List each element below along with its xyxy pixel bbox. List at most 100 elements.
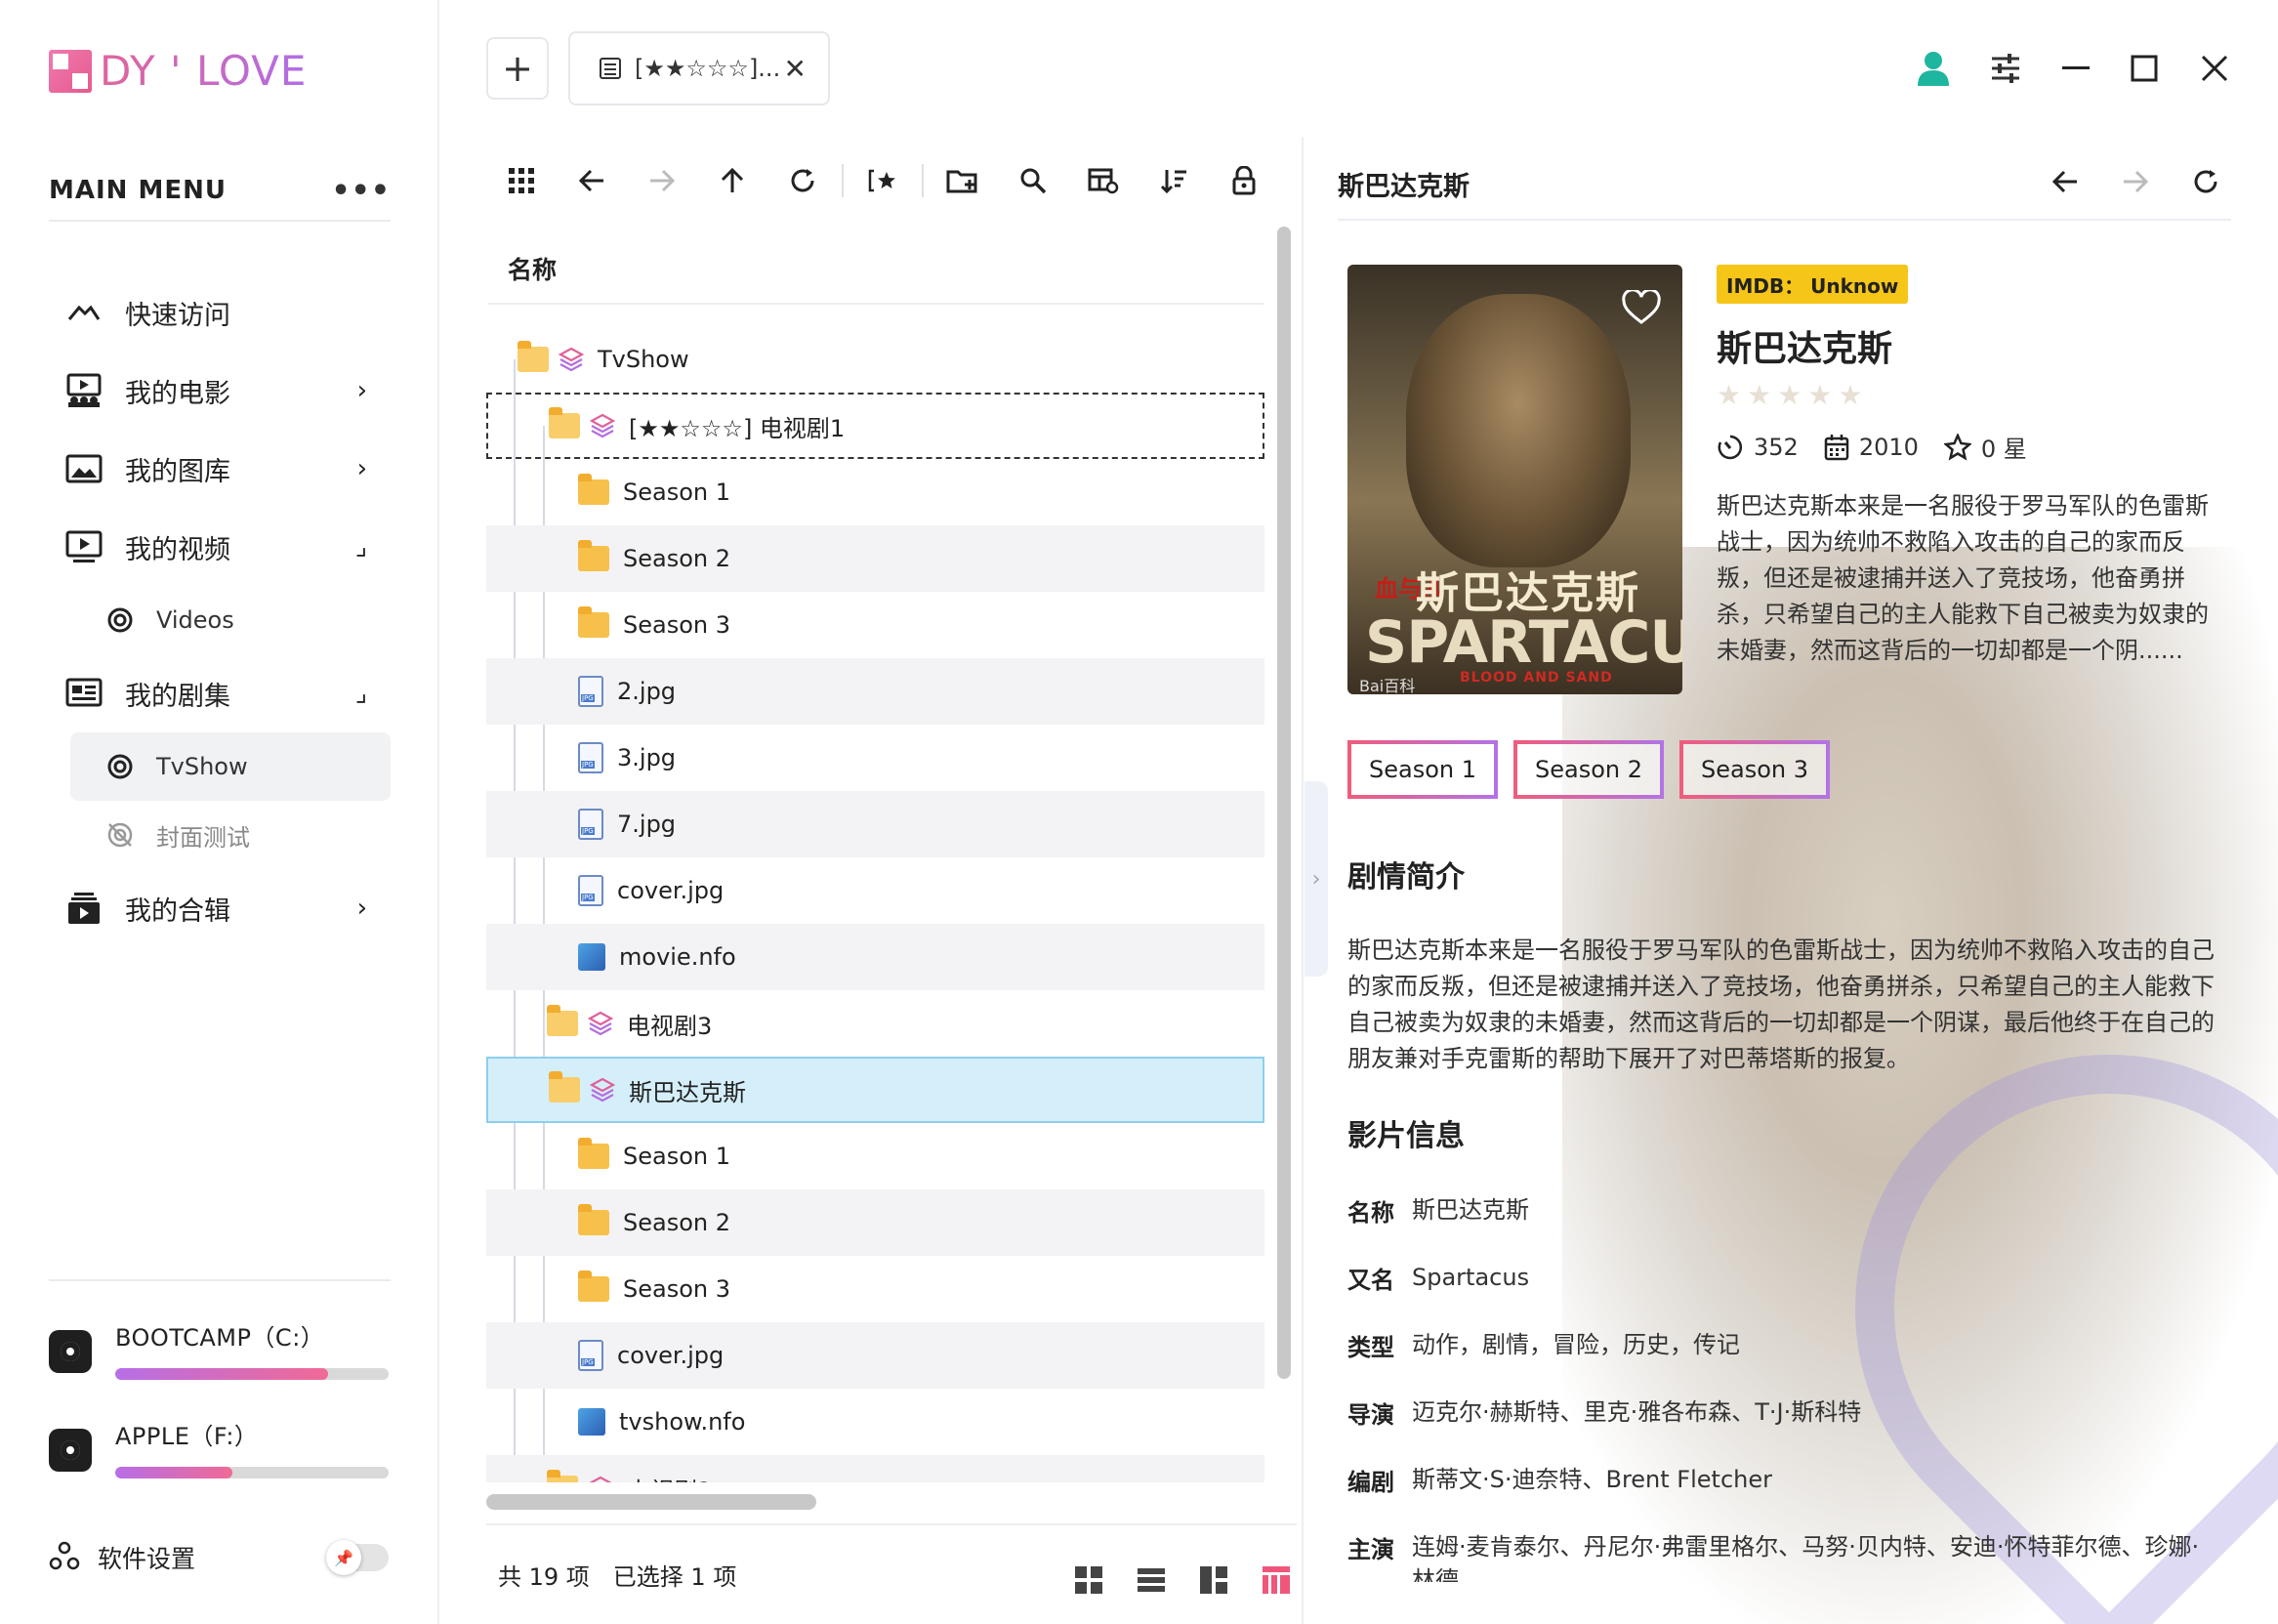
tree-row[interactable]: 斯巴达克斯 (486, 1057, 1264, 1123)
search-icon[interactable] (998, 151, 1068, 210)
detail-header: 斯巴达克斯 (1338, 148, 2231, 221)
chevron-right-icon: › (356, 454, 367, 483)
tree-row[interactable]: cover.jpg (486, 857, 1264, 924)
tree-row[interactable]: Season 3 (486, 592, 1264, 658)
sidebar-item-gallery[interactable]: 我的图库 › (49, 430, 391, 508)
tree-row[interactable]: cover.jpg (486, 1322, 1264, 1389)
more-icon[interactable]: ••• (331, 174, 391, 208)
sidebar-subitem-tvshow[interactable]: TvShow (70, 732, 391, 801)
info-key: 导演 (1347, 1401, 1394, 1429)
hard-drive-icon (49, 1429, 92, 1472)
tree-row[interactable]: TvShow (486, 326, 1264, 393)
tree-row-label: movie.nfo (619, 943, 736, 971)
lock-icon[interactable] (1209, 151, 1279, 210)
back-icon[interactable] (557, 151, 627, 210)
logo-icon (49, 49, 92, 93)
back-icon[interactable] (2040, 156, 2091, 207)
logo-text: DY ' LOVE (100, 47, 308, 95)
pane-divider[interactable] (1302, 137, 1304, 1624)
hard-drive-icon (49, 1330, 92, 1373)
maximize-icon[interactable] (2119, 43, 2170, 94)
drive-item[interactable]: APPLE（F:） (49, 1417, 391, 1478)
tree-row[interactable]: 7.jpg (486, 791, 1264, 857)
sidebar-subitem-videos[interactable]: Videos (70, 586, 391, 654)
tree-row[interactable]: Season 2 (486, 525, 1264, 592)
refresh-icon[interactable] (2180, 156, 2231, 207)
tree-row[interactable]: 电视剧2 (486, 1455, 1264, 1482)
sort-icon[interactable] (1139, 151, 1209, 210)
tree-row[interactable]: 3.jpg (486, 725, 1264, 791)
software-settings[interactable]: 软件设置 📌 (49, 1533, 391, 1582)
synopsis-title: 剧情简介 (1347, 860, 1465, 895)
folder-icon (578, 606, 609, 638)
tree-row[interactable]: Season 2 (486, 1189, 1264, 1256)
movies-icon (64, 373, 104, 408)
star-rating[interactable]: ★★★★★ (1717, 379, 1869, 411)
new-folder-icon[interactable] (928, 151, 998, 210)
film-info-title: 影片信息 (1347, 1119, 1465, 1153)
new-tab-button[interactable]: + (486, 37, 549, 100)
pin-icon: 📌 (326, 1540, 361, 1575)
sidebar-item-quick-access[interactable]: 快速访问 (49, 273, 391, 352)
list-view-icon[interactable] (1131, 1564, 1172, 1596)
user-avatar-icon[interactable] (1908, 43, 1959, 94)
detail-view-icon[interactable] (1256, 1564, 1297, 1596)
season-button[interactable]: Season 3 (1679, 740, 1831, 799)
drive-list: BOOTCAMP（C:） APPLE（F:） (49, 1279, 391, 1478)
series-icon (64, 676, 104, 711)
disabled-icon (105, 820, 135, 850)
tree-row[interactable]: movie.nfo (486, 924, 1264, 990)
drive-usage-bar (115, 1368, 389, 1380)
sidebar-item-label: 快速访问 (125, 300, 230, 331)
apps-grid-icon[interactable] (486, 151, 557, 210)
minimize-icon[interactable] (2050, 43, 2101, 94)
tree-row[interactable]: [★★☆☆☆] 电视剧1 (486, 393, 1264, 459)
sidebar-item-movies[interactable]: 我的电影 › (49, 352, 391, 430)
tree-row-label: tvshow.nfo (619, 1408, 746, 1436)
forward-icon[interactable] (2110, 156, 2161, 207)
horizontal-scrollbar[interactable] (486, 1494, 816, 1510)
tree-row[interactable]: Season 3 (486, 1256, 1264, 1322)
folder-icon (578, 540, 609, 571)
tree-row[interactable]: 电视剧3 (486, 990, 1264, 1057)
info-value: 动作，剧情，冒险，历史，传记 (1412, 1331, 1740, 1358)
tree-row[interactable]: 2.jpg (486, 658, 1264, 725)
tree-row[interactable]: tvshow.nfo (486, 1389, 1264, 1455)
folder-open-icon (547, 1470, 578, 1482)
tree-row-label: Season 3 (623, 1275, 731, 1303)
table-settings-icon[interactable] (1068, 151, 1139, 210)
grid-view-icon[interactable] (1068, 1564, 1109, 1596)
sidebar-item-label: Videos (156, 606, 234, 634)
season-button[interactable]: Season 2 (1513, 740, 1665, 799)
tree-row[interactable]: Season 1 (486, 1123, 1264, 1189)
sliders-icon[interactable] (1980, 43, 2031, 94)
sidebar-item-videos[interactable]: 我的视频 ⌟ (49, 508, 391, 586)
star-rating-icon[interactable] (848, 151, 918, 210)
sidebar-item-series[interactable]: 我的剧集 ⌟ (49, 654, 391, 732)
forward-icon[interactable] (627, 151, 697, 210)
target-icon (105, 605, 135, 635)
favorite-heart-icon[interactable] (1622, 288, 1661, 329)
up-icon[interactable] (697, 151, 767, 210)
tab-active[interactable]: [★★☆☆☆]... ✕ (568, 31, 830, 105)
sidebar-item-collection[interactable]: 我的合辑 › (49, 869, 391, 947)
column-header-name[interactable]: 名称 (488, 234, 1264, 305)
drive-item[interactable]: BOOTCAMP（C:） (49, 1318, 391, 1380)
tab-close-icon[interactable]: ✕ (784, 53, 807, 85)
pin-toggle[interactable]: 📌 (326, 1540, 389, 1575)
refresh-icon[interactable] (767, 151, 838, 210)
chevron-right-icon[interactable]: › (1305, 781, 1328, 977)
app-logo: DY ' LOVE (49, 47, 307, 95)
collection-icon (64, 891, 104, 926)
vertical-scrollbar[interactable] (1277, 227, 1291, 1379)
sidebar-item-label: 封面测试 (156, 823, 250, 852)
split-view-icon[interactable] (1193, 1564, 1234, 1596)
layers-icon (588, 1011, 613, 1036)
close-icon[interactable] (2189, 43, 2240, 94)
film-info-scroll[interactable]: 名称 斯巴达克斯 又名 Spartacus 类型 动作，剧情，冒险，历史，传记 导演迈… (1347, 1172, 2246, 1582)
season-button[interactable]: Season 1 (1347, 740, 1499, 799)
poster-image[interactable]: 血与沙 斯巴达克斯 SPARTACUS BLOOD AND SAND Bai百科 (1347, 265, 1682, 694)
sidebar-subitem-cover-test[interactable]: 封面测试 (70, 801, 391, 869)
tree-row[interactable]: Season 1 (486, 459, 1264, 525)
info-row: 类型 动作，剧情，冒险，历史，传记 (1347, 1328, 2246, 1395)
